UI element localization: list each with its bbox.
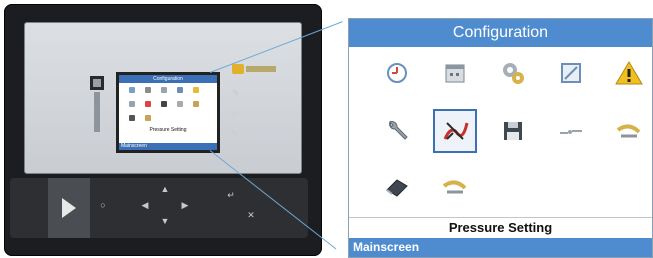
status-led-icon xyxy=(232,64,244,74)
wrench-status-icon: ✎ xyxy=(232,88,240,98)
mini-icon xyxy=(161,101,167,107)
mini-icon xyxy=(129,101,135,107)
mini-icon xyxy=(129,115,135,121)
mini-icon xyxy=(145,115,151,121)
device-side-label xyxy=(94,92,100,132)
wrench-icon[interactable] xyxy=(379,113,415,149)
device-display-icon-grid xyxy=(119,83,217,127)
device-display-caption: Pressure Setting xyxy=(149,127,187,133)
mini-icon xyxy=(177,101,183,107)
configuration-menu-panel: Configuration Pressure Setting Mainscree… xyxy=(348,18,653,258)
brand-logo-icon xyxy=(90,76,104,90)
mini-icon xyxy=(193,101,199,107)
mini-icon xyxy=(193,87,199,93)
display-settings-icon[interactable] xyxy=(553,55,589,91)
enter-button[interactable]: ↵ xyxy=(226,190,236,201)
mini-icon xyxy=(129,87,135,93)
clock-icon[interactable] xyxy=(379,55,415,91)
status-led-strip xyxy=(246,66,276,72)
right-arrow-button[interactable]: ▶ xyxy=(180,200,190,211)
left-arrow-button[interactable]: ◀ xyxy=(140,200,150,211)
power-status-icon: ϟ xyxy=(232,128,237,138)
device-display: Configuration Pressure Setting Mainscree… xyxy=(116,72,220,153)
sensor-icon[interactable] xyxy=(437,169,473,205)
network-icon[interactable] xyxy=(553,113,589,149)
save-icon[interactable] xyxy=(495,113,531,149)
pressure-setting-icon[interactable] xyxy=(433,109,477,153)
eraser-icon[interactable] xyxy=(379,169,415,205)
device-display-title: Configuration xyxy=(119,75,217,83)
escape-button[interactable]: ✕ xyxy=(246,210,256,221)
mini-icon xyxy=(177,87,183,93)
calendar-icon[interactable] xyxy=(437,55,473,91)
mini-icon xyxy=(145,101,151,107)
down-arrow-button[interactable]: ▼ xyxy=(160,216,170,226)
sensor-icon[interactable] xyxy=(611,113,647,149)
mainscreen-button[interactable]: Mainscreen xyxy=(349,238,652,257)
menu-title: Configuration xyxy=(349,19,652,47)
stop-button[interactable]: ○ xyxy=(98,200,108,210)
gears-icon[interactable] xyxy=(495,55,531,91)
device-display-footer: Mainscreen xyxy=(119,143,217,150)
mini-icon xyxy=(161,87,167,93)
up-arrow-button[interactable]: ▲ xyxy=(160,184,170,194)
mini-icon xyxy=(145,87,151,93)
warning-icon[interactable] xyxy=(611,55,647,91)
start-icon xyxy=(62,198,76,218)
alarm-status-icon: ⌂ xyxy=(232,108,238,118)
selected-item-caption: Pressure Setting xyxy=(349,217,652,238)
